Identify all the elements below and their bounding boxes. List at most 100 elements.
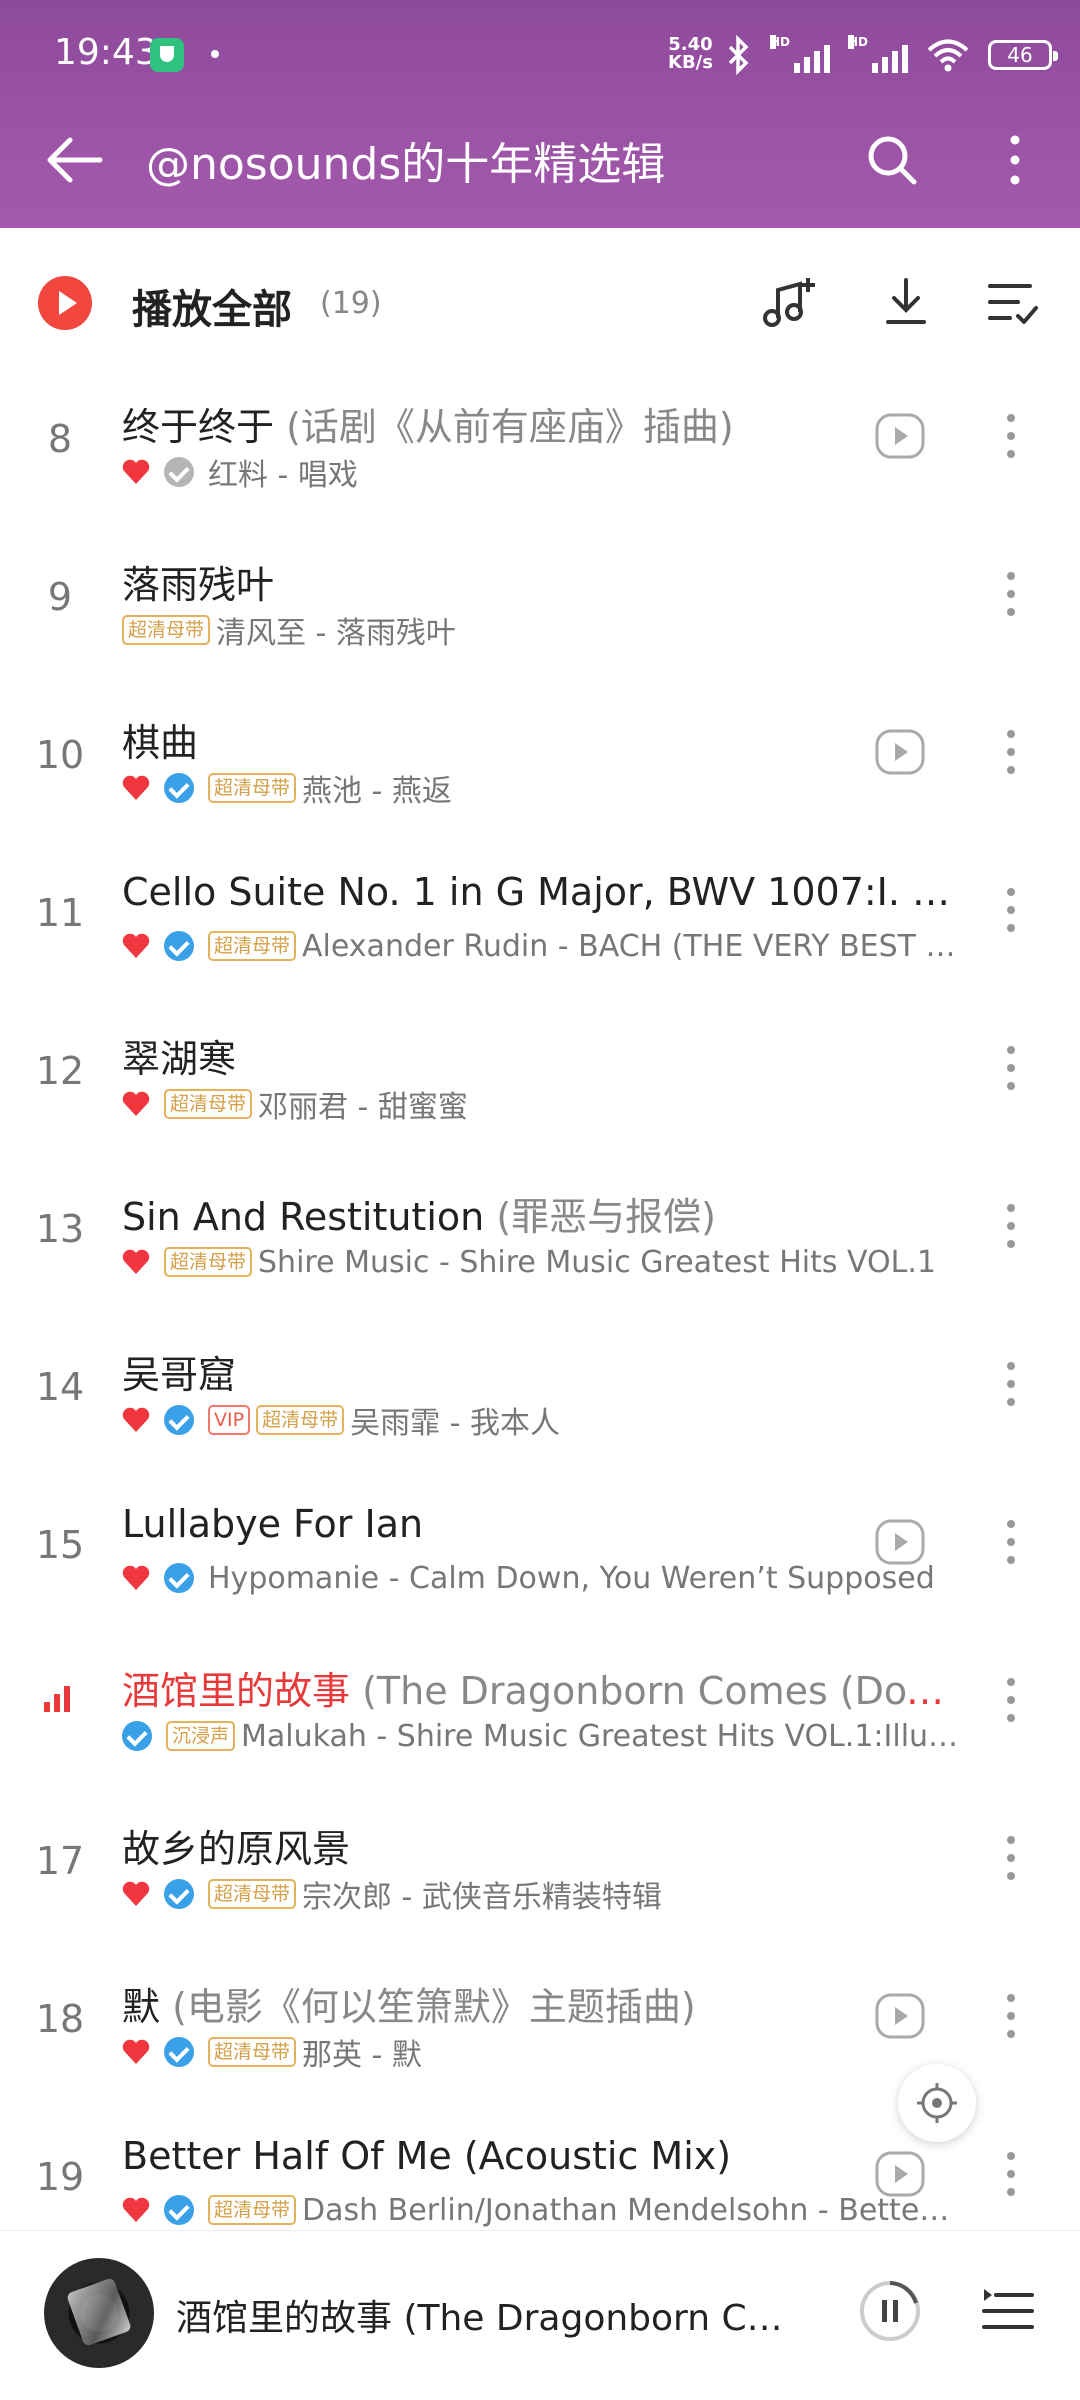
song-more-icon[interactable]	[996, 1512, 1026, 1572]
song-meta: 超清母带 清风至 - 落雨残叶	[122, 610, 960, 650]
battery-icon: 46	[988, 40, 1058, 70]
track-number: 11	[35, 891, 85, 935]
download-icon[interactable]	[876, 272, 936, 332]
verified-check-icon	[122, 1721, 152, 1751]
artist-album: Dash Berlin/Jonathan Mendelsohn - Better…	[302, 2192, 960, 2228]
track-number: 14	[35, 1365, 85, 1409]
song-more-icon[interactable]	[996, 1670, 1026, 1730]
song-row[interactable]: 8 终于终于 (话剧《从前有座庙》插曲) 红料 - 唱戏	[0, 360, 1080, 518]
back-arrow-icon[interactable]	[40, 130, 110, 190]
song-row[interactable]: 17 故乡的原风景 超清母带 宗次郎 - 武侠音乐精装特辑	[0, 1782, 1080, 1940]
mv-play-icon[interactable]	[874, 728, 926, 776]
liked-heart-icon	[122, 459, 150, 484]
song-row[interactable]: 10 棋曲 超清母带 燕池 - 燕返	[0, 676, 1080, 834]
add-music-icon[interactable]	[760, 272, 820, 332]
track-number: 10	[35, 733, 85, 777]
song-row[interactable]: 15 Lullabye For Ian Hypomanie - Calm Down,…	[0, 1466, 1080, 1624]
artist-album: 邓丽君 - 甜蜜蜜	[258, 1090, 468, 1124]
artist-album: 清风至 - 落雨残叶	[216, 616, 456, 650]
track-number: 8	[47, 417, 73, 461]
now-playing-title[interactable]: 酒馆里的故事 (The Dragonborn Comes (Doxent Zsi…	[176, 2289, 796, 2341]
locate-current-song-button[interactable]	[898, 2064, 976, 2142]
quality-badge: 超清母带	[208, 773, 297, 803]
multi-select-icon[interactable]	[982, 272, 1042, 332]
pause-icon[interactable]	[858, 2279, 922, 2343]
track-number: 12	[35, 1049, 85, 1093]
quality-badge: 超清母带	[208, 2037, 297, 2067]
liked-heart-icon	[122, 2039, 150, 2064]
verified-check-icon	[164, 773, 194, 803]
song-more-icon[interactable]	[996, 2144, 1026, 2204]
song-title: Cello Suite No. 1 in G Major, BWV 1007:I…	[122, 870, 962, 914]
song-more-icon[interactable]	[996, 880, 1026, 940]
locate-icon	[917, 2083, 957, 2123]
verified-check-icon	[164, 931, 194, 961]
search-icon[interactable]	[862, 130, 922, 190]
liked-heart-icon	[122, 775, 150, 800]
mv-play-icon[interactable]	[874, 2150, 926, 2198]
quality-badge: 超清母带	[256, 1405, 345, 1435]
artist-album: 宗次郎 - 武侠音乐精装特辑	[302, 1880, 662, 1914]
album-cover[interactable]	[44, 2258, 154, 2368]
artist-album: Malukah - Shire Music Greatest Hits VOL.…	[241, 1718, 960, 1754]
playlist-queue-icon[interactable]	[980, 2283, 1036, 2339]
liked-heart-icon	[122, 933, 150, 958]
song-meta: 超清母带 燕池 - 燕返	[122, 768, 960, 808]
more-options-icon[interactable]	[1000, 130, 1030, 190]
song-title: Sin And Restitution (罪恶与报偿)	[122, 1195, 716, 1239]
song-title: 酒馆里的故事 (The Dragonborn Comes (Doxent Zsi…	[122, 1669, 962, 1713]
mini-player[interactable]: 酒馆里的故事 (The Dragonborn Comes (Doxent Zsi…	[0, 2230, 1080, 2400]
song-meta: 红料 - 唱戏	[122, 452, 960, 492]
song-more-icon[interactable]	[996, 406, 1026, 466]
signal-strength-2-icon: HD	[848, 35, 908, 73]
play-all-icon[interactable]	[38, 276, 92, 330]
artist-album: 燕池 - 燕返	[302, 774, 452, 808]
song-more-icon[interactable]	[996, 1038, 1026, 1098]
notification-dot-icon	[211, 50, 219, 58]
mv-play-icon[interactable]	[874, 1992, 926, 2040]
song-more-icon[interactable]	[996, 722, 1026, 782]
signal-strength-icon: HD	[770, 35, 830, 73]
mv-play-icon[interactable]	[874, 1518, 926, 1566]
song-meta: 超清母带 那英 - 默	[122, 2032, 960, 2072]
quality-badge: 超清母带	[208, 1879, 297, 1909]
song-title: 翠湖寒	[122, 1037, 237, 1081]
track-number: 18	[35, 1997, 85, 2041]
song-row[interactable]: 9 落雨残叶 超清母带 清风至 - 落雨残叶	[0, 518, 1080, 676]
song-title: Better Half Of Me (Acoustic Mix)	[122, 2134, 732, 2178]
now-playing-bars-icon	[44, 1686, 70, 1712]
song-more-icon[interactable]	[996, 564, 1026, 624]
track-number: 9	[47, 575, 73, 619]
artist-album: Shire Music - Shire Music Greatest Hits …	[258, 1244, 936, 1280]
song-title: 吴哥窟	[122, 1353, 237, 1397]
song-row[interactable]: 11 Cello Suite No. 1 in G Major, BWV 1007…	[0, 834, 1080, 992]
play-all-button[interactable]: 播放全部	[132, 277, 292, 335]
song-row[interactable]: 14 吴哥窟 VIP 超清母带 吴雨霏 - 我本人	[0, 1308, 1080, 1466]
song-more-icon[interactable]	[996, 1354, 1026, 1414]
quality-badge: 超清母带	[122, 615, 211, 645]
quality-badge: 超清母带	[208, 931, 297, 961]
track-number: 13	[35, 1207, 85, 1251]
track-number: 15	[35, 1523, 85, 1567]
verified-check-icon	[164, 1405, 194, 1435]
bluetooth-icon	[728, 35, 749, 75]
artist-album: Hypomanie - Calm Down, You Weren’t Suppo…	[208, 1560, 935, 1596]
artist-album: Alexander Rudin - BACH (THE VERY BEST OF…	[302, 928, 960, 964]
song-row[interactable]: 12 翠湖寒超清母带 邓丽君 - 甜蜜蜜	[0, 992, 1080, 1150]
mv-play-icon[interactable]	[874, 412, 926, 460]
song-more-icon[interactable]	[996, 1828, 1026, 1888]
clock: 19:43	[54, 32, 158, 73]
quality-badge: 超清母带	[164, 1089, 253, 1119]
artist-album: 那英 - 默	[302, 2038, 422, 2072]
liked-heart-icon	[122, 1249, 150, 1274]
song-more-icon[interactable]	[996, 1986, 1026, 2046]
liked-heart-icon	[122, 1407, 150, 1432]
song-meta: 超清母带 Dash Berlin/Jonathan Mendelsohn - Be…	[122, 2190, 960, 2230]
song-row[interactable]: 酒馆里的故事 (The Dragonborn Comes (Doxent Zsi…	[0, 1624, 1080, 1782]
verified-check-icon	[164, 457, 194, 487]
song-row[interactable]: 13 Sin And Restitution (罪恶与报偿) 超清母带 Shire M…	[0, 1150, 1080, 1308]
song-more-icon[interactable]	[996, 1196, 1026, 1256]
vip-badge: VIP	[208, 1405, 251, 1435]
artist-album: 吴雨霏 - 我本人	[350, 1406, 560, 1440]
liked-heart-icon	[122, 1091, 150, 1116]
